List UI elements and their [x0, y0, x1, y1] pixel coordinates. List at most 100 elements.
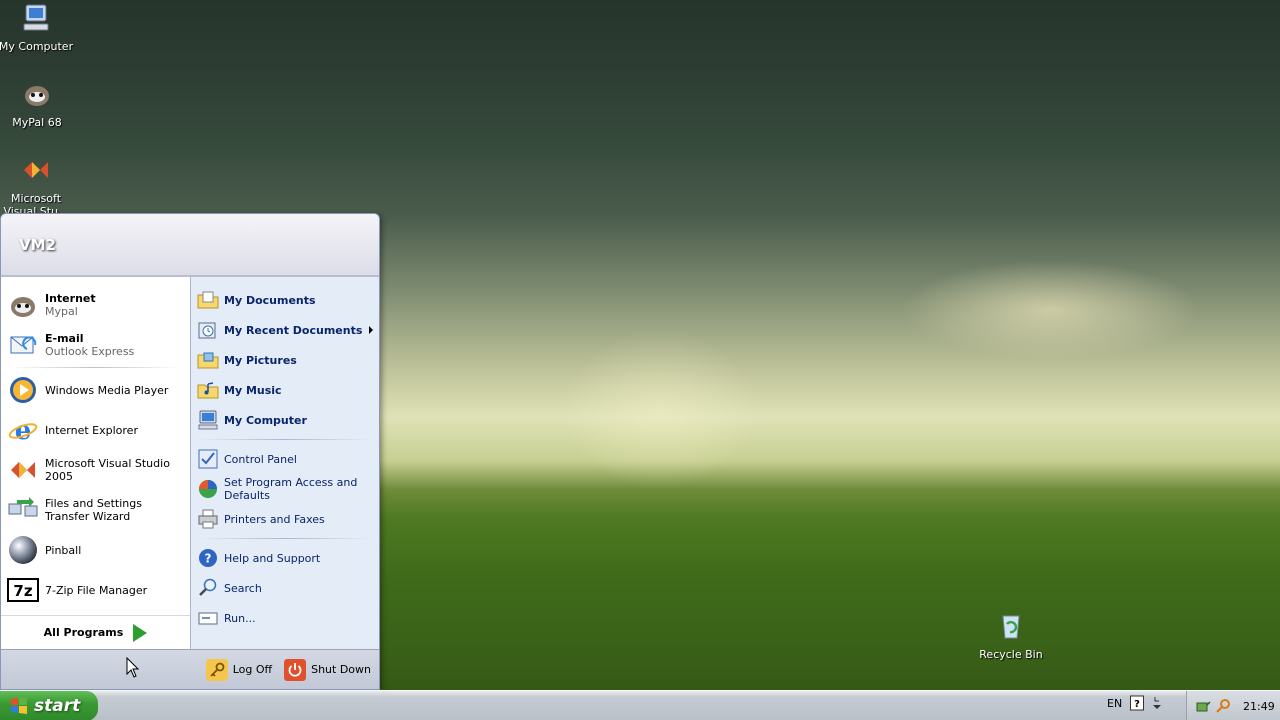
desktop-icon-label: My Computer [0, 40, 74, 53]
start-menu-footer: Log Off Shut Down [1, 649, 379, 689]
mouse-cursor-icon [126, 657, 140, 678]
sky-light-ray [560, 330, 760, 490]
run-icon [198, 612, 218, 625]
start-menu-programs-pane: Internet Mypal E-mail Outlook Express Wi… [1, 277, 190, 649]
pinned-item-email[interactable]: E-mail Outlook Express [1, 325, 190, 365]
desktop-icon-visual-studio[interactable]: Microsoft Visual Stu... [0, 154, 74, 218]
windows-logo-icon [11, 697, 27, 714]
help-item-label: Search [224, 581, 262, 595]
help-item-run[interactable]: Run... [191, 603, 379, 633]
my-computer-icon [23, 4, 49, 31]
recent-item-internet-explorer[interactable]: e Internet Explorer [1, 410, 190, 450]
recycle-bin-icon [1002, 615, 1020, 639]
safely-remove-hardware-icon[interactable] [1195, 698, 1211, 714]
visual-studio-icon [11, 462, 35, 478]
separator [9, 367, 182, 368]
help-item-search[interactable]: Search [191, 573, 379, 603]
recent-item-label: 7-Zip File Manager [45, 583, 148, 597]
mypal-icon [25, 86, 49, 106]
help-item-label: Run... [224, 611, 256, 625]
start-menu-places-pane: My Documents My Recent Documents My Pict… [190, 277, 379, 649]
language-help-icon[interactable]: ? [1130, 695, 1145, 711]
place-item-recent-documents[interactable]: My Recent Documents [191, 315, 379, 345]
settings-item-label: Printers and Faxes [224, 512, 325, 526]
place-item-my-music[interactable]: My Music [191, 375, 379, 405]
log-off-label: Log Off [232, 663, 273, 676]
7zip-icon: 7z [7, 578, 39, 602]
svg-text:e: e [15, 416, 32, 446]
transfer-wizard-icon [8, 497, 38, 517]
svg-text:?: ? [205, 552, 212, 566]
settings-item-printers[interactable]: Printers and Faxes [191, 504, 379, 534]
recent-documents-icon [198, 322, 216, 339]
recent-item-label: Internet Explorer [45, 423, 138, 437]
pinned-item-sublabel: Mypal [45, 305, 78, 318]
shut-down-button[interactable]: Shut Down [284, 658, 371, 681]
start-button[interactable]: start [0, 691, 98, 720]
mypal-icon [11, 297, 35, 317]
language-bar: EN ? [1107, 695, 1162, 711]
settings-item-program-defaults[interactable]: Set Program Access and Defaults [191, 474, 379, 504]
log-off-button[interactable]: Log Off [205, 658, 273, 681]
recent-item-media-player[interactable]: Windows Media Player [1, 370, 190, 410]
key-icon [205, 658, 228, 681]
settings-item-control-panel[interactable]: Control Panel [191, 444, 379, 474]
pinned-item-internet[interactable]: Internet Mypal [1, 285, 190, 325]
search-tray-icon[interactable] [1215, 698, 1231, 714]
cloud-highlight [900, 260, 1200, 360]
language-indicator[interactable]: EN [1107, 697, 1122, 710]
clock[interactable]: 21:49 [1243, 700, 1275, 713]
place-item-label: My Documents [224, 293, 316, 307]
place-item-my-documents[interactable]: My Documents [191, 285, 379, 315]
shut-down-label: Shut Down [311, 663, 371, 676]
control-panel-icon [198, 449, 218, 469]
taskbar: start EN ? 21:49 [0, 690, 1280, 720]
help-item-help-support[interactable]: ? Help and Support [191, 543, 379, 573]
start-label: start [34, 696, 81, 716]
user-name: VM2 [19, 235, 56, 254]
place-item-label: My Pictures [224, 353, 297, 367]
arrow-right-icon [133, 623, 148, 642]
all-programs-label: All Programs [43, 626, 124, 639]
help-icon: ? [199, 549, 217, 567]
power-icon [284, 658, 307, 681]
pinned-item-sublabel: Outlook Express [45, 345, 135, 358]
settings-item-label: Set Program Access and Defaults [224, 476, 358, 502]
place-item-label: My Music [224, 383, 282, 397]
svg-text:7z: 7z [13, 582, 32, 600]
pinned-item-label: E-mail [45, 332, 84, 345]
folder-music-icon [197, 382, 219, 399]
recent-item-7zip[interactable]: 7z 7-Zip File Manager [1, 570, 190, 610]
pinned-item-label: Internet [45, 292, 96, 305]
desktop-icon-label: Recycle Bin [979, 648, 1043, 661]
recent-item-transfer-wizard[interactable]: Files and Settings Transfer Wizard [1, 490, 190, 530]
pinball-icon [9, 536, 37, 564]
outlook-express-icon [10, 336, 37, 354]
recent-item-label: Windows Media Player [45, 383, 169, 397]
recent-item-label: Microsoft Visual Studio 2005 [45, 457, 170, 483]
folder-pictures-icon [197, 352, 219, 369]
start-menu: VM2 Internet Mypal E-mail Outlook Expres… [0, 213, 380, 690]
start-menu-header: VM2 [1, 214, 379, 277]
internet-explorer-icon: e [8, 416, 38, 446]
desktop-icon-my-computer[interactable]: My Computer [0, 2, 74, 53]
recent-item-pinball[interactable]: Pinball [1, 530, 190, 570]
recent-item-visual-studio[interactable]: Microsoft Visual Studio 2005 [1, 450, 190, 490]
separator [199, 538, 371, 539]
recent-item-label: Files and Settings Transfer Wizard [45, 497, 142, 523]
place-item-my-computer[interactable]: My Computer [191, 405, 379, 435]
settings-item-label: Control Panel [224, 452, 297, 466]
place-item-label: My Computer [224, 413, 307, 427]
my-computer-icon [198, 410, 218, 430]
language-options-icon[interactable] [1152, 695, 1162, 711]
separator [199, 439, 371, 440]
place-item-my-pictures[interactable]: My Pictures [191, 345, 379, 375]
printer-icon [198, 509, 218, 529]
place-item-label: My Recent Documents [224, 323, 363, 337]
media-player-icon [10, 377, 36, 403]
svg-text:?: ? [1134, 699, 1140, 710]
submenu-arrow-icon [369, 326, 373, 334]
desktop-icon-recycle-bin[interactable]: Recycle Bin [973, 610, 1049, 661]
desktop-icon-mypal[interactable]: MyPal 68 [0, 78, 75, 129]
all-programs-button[interactable]: All Programs [1, 615, 190, 649]
